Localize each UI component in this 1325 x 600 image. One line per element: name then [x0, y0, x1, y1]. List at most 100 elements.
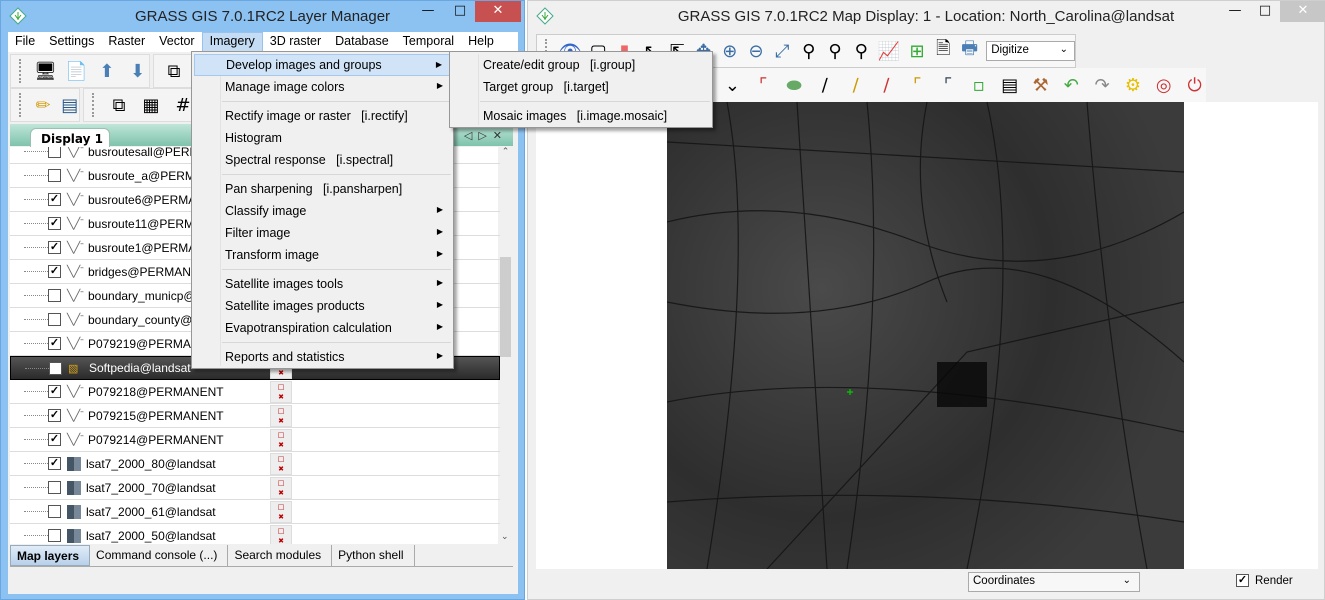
menu-item[interactable]: Satellite images products ▶ [194, 295, 451, 317]
layer-options-button[interactable]: □✖ [270, 525, 292, 544]
menu-3d-raster[interactable]: 3D raster [263, 32, 328, 52]
settings-gear-icon[interactable]: ⚙ [1122, 73, 1145, 97]
menu-imagery[interactable]: Imagery [201, 32, 263, 52]
layer-tree-scrollbar[interactable]: ⌃ ⌄ [498, 147, 513, 544]
maximize-button[interactable]: □ [445, 1, 475, 22]
menu-temporal[interactable]: Temporal [396, 32, 461, 52]
minimize-button[interactable]: — [1220, 1, 1250, 22]
save-display-icon[interactable]: 🗎 [934, 38, 953, 63]
menu-database[interactable]: Database [328, 32, 396, 52]
layer-row[interactable]: lsat7_2000_50@landsat [10, 524, 500, 544]
layer-options-button[interactable]: □✖ [270, 477, 292, 499]
import-layer-icon[interactable]: ⧉ [162, 59, 186, 83]
layer-visibility-checkbox[interactable] [48, 169, 61, 182]
delete-line-icon[interactable]: ⌜ [752, 73, 775, 97]
edit-line-icon[interactable]: ⌜ [906, 73, 929, 97]
layer-row[interactable]: ✓ lsat7_2000_80@landsat [10, 452, 500, 476]
menu-help[interactable]: Help [461, 32, 501, 52]
zoom-options-icon[interactable]: ⚲ [852, 39, 871, 63]
scroll-down-icon[interactable]: ⌄ [501, 532, 509, 542]
menu-item[interactable]: Manage image colors ▶ [194, 76, 451, 98]
menu-settings[interactable]: Settings [42, 32, 101, 52]
menu-item[interactable]: Evapotranspiration calculation ▶ [194, 317, 451, 339]
layer-visibility-checkbox[interactable]: ✓ [48, 385, 61, 398]
map-canvas[interactable] [536, 102, 1318, 569]
minimize-button[interactable]: — [413, 1, 443, 22]
display-attributes-icon[interactable]: ▤ [998, 73, 1021, 97]
menu-item[interactable]: Create/edit group [i.group] [452, 54, 710, 76]
layer-visibility-checkbox[interactable]: ✓ [48, 193, 61, 206]
delete-area-icon[interactable]: ⬬ [783, 73, 806, 97]
menu-item[interactable]: Transform image ▶ [194, 244, 451, 266]
analyze-icon[interactable]: 📈 [878, 39, 900, 63]
layer-row[interactable]: lsat7_2000_70@landsat [10, 476, 500, 500]
zoom-in-icon[interactable]: ⊕ [720, 39, 739, 63]
save-workspace-icon[interactable]: ⬇ [126, 59, 149, 83]
toolbar-grip[interactable] [92, 93, 95, 117]
layer-visibility-checkbox[interactable]: ✓ [49, 361, 62, 375]
layer-visibility-checkbox[interactable] [48, 505, 61, 518]
new-workspace-icon[interactable]: 📄 [65, 59, 88, 83]
menu-item[interactable]: Pan sharpening [i.pansharpen] [194, 178, 451, 200]
layer-visibility-checkbox[interactable]: ✓ [48, 409, 61, 422]
menu-item[interactable]: Satellite images tools ▶ [194, 273, 451, 295]
raster-calculator-icon[interactable]: ▦ [139, 93, 163, 117]
layer-visibility-checkbox[interactable] [48, 529, 61, 542]
maximize-button[interactable]: □ [1250, 1, 1280, 22]
layer-options-button[interactable]: □✖ [270, 381, 292, 403]
digitize-pencil-icon[interactable]: ✏ [34, 93, 53, 117]
tools-icon[interactable]: ⚒ [1029, 73, 1052, 97]
undo-icon[interactable]: ↶ [1060, 73, 1083, 97]
menu-raster[interactable]: Raster [101, 32, 152, 52]
tab-python-shell[interactable]: Python shell [332, 545, 415, 566]
zoom-out-icon[interactable]: ⊖ [746, 39, 765, 63]
menu-item[interactable]: Filter image ▶ [194, 222, 451, 244]
menu-item[interactable]: Reports and statistics ▶ [194, 346, 451, 368]
layer-options-button[interactable]: □✖ [270, 405, 292, 427]
layer-options-button[interactable]: □✖ [270, 453, 292, 475]
layer-visibility-checkbox[interactable] [48, 147, 61, 158]
layer-visibility-checkbox[interactable] [48, 313, 61, 326]
toolbar-grip[interactable] [19, 93, 22, 117]
zoom-region-icon[interactable]: ⚲ [799, 39, 818, 63]
coordinates-select[interactable]: Coordinates ⌄ [968, 572, 1140, 592]
move-vertex-icon[interactable]: ∕ [813, 73, 836, 97]
add-layer-icon[interactable]: ⧉ [107, 93, 131, 117]
redo-icon[interactable]: ↷ [1091, 73, 1114, 97]
zoom-back-icon[interactable]: ⚲ [825, 39, 844, 63]
menu-item[interactable]: Mosaic images [i.image.mosaic] [452, 105, 710, 127]
menu-item[interactable]: Classify image ▶ [194, 200, 451, 222]
display-cats-icon[interactable]: ▫ [968, 73, 991, 97]
menu-file[interactable]: File [8, 32, 42, 52]
close-button[interactable]: ✕ [1280, 1, 1325, 22]
layer-visibility-checkbox[interactable] [48, 481, 61, 494]
toolbar-grip[interactable] [19, 59, 22, 83]
expand-icon[interactable]: ⌄ [721, 73, 744, 97]
layer-options-button[interactable]: □✖ [270, 429, 292, 451]
scroll-thumb[interactable] [500, 257, 511, 357]
remove-vertex-icon[interactable]: ∕ [875, 73, 898, 97]
move-feature-icon[interactable]: ⌜ [937, 73, 960, 97]
menu-vector[interactable]: Vector [152, 32, 201, 52]
layer-visibility-checkbox[interactable]: ✓ [48, 217, 61, 230]
layer-visibility-checkbox[interactable]: ✓ [48, 241, 61, 254]
menu-item[interactable]: Spectral response [i.spectral] [194, 149, 451, 171]
zoom-extent-icon[interactable]: ⤢ [773, 39, 792, 63]
menu-item[interactable]: Histogram [194, 127, 451, 149]
new-display-icon[interactable]: 🖥 [34, 59, 57, 83]
map-raster-image[interactable] [667, 102, 1184, 569]
tab-map-layers[interactable]: Map layers [10, 545, 91, 566]
layer-options-button[interactable]: □✖ [270, 501, 292, 523]
layer-row[interactable]: ✓ ╲╱ˉ P079215@PERMANENT [10, 404, 500, 428]
tab-navigation[interactable]: ◁▷✕ [464, 129, 508, 142]
layer-row[interactable]: ✓ ╲╱ˉ P079218@PERMANENT [10, 380, 500, 404]
add-vertex-icon[interactable]: ∕ [844, 73, 867, 97]
toolbar-mode-select[interactable]: Digitize ⌄ [986, 41, 1076, 61]
layer-visibility-checkbox[interactable]: ✓ [48, 457, 61, 470]
help-lifebuoy-icon[interactable]: ◎ [1152, 73, 1175, 97]
layer-row[interactable]: lsat7_2000_61@landsat [10, 500, 500, 524]
attribute-table-icon[interactable]: ▤ [60, 93, 79, 117]
layer-visibility-checkbox[interactable]: ✓ [48, 337, 61, 350]
scroll-up-icon[interactable]: ⌃ [498, 147, 513, 157]
layer-visibility-checkbox[interactable]: ✓ [48, 265, 61, 278]
